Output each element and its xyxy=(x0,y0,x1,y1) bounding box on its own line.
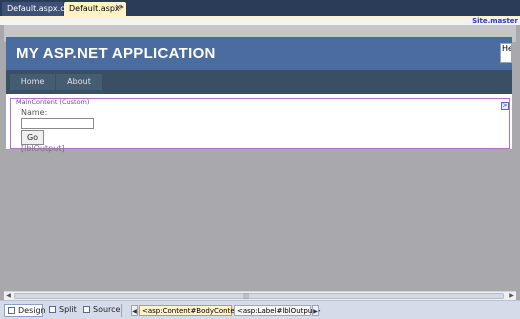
horizontal-scrollbar[interactable]: ◀ ||| ▶ xyxy=(4,291,516,300)
output-label[interactable]: [lblOutput] xyxy=(21,144,65,153)
scroll-left-icon[interactable]: ◀ xyxy=(4,292,13,300)
site-header: MY ASP.NET APPLICATION He xyxy=(6,37,512,70)
smart-tag-icon[interactable]: > xyxy=(501,102,509,110)
tab-default-aspx-cs[interactable]: Default.aspx.cs xyxy=(2,2,69,16)
name-label: Name: xyxy=(21,108,48,117)
breadcrumb-lbl-output[interactable]: <asp:Label#lblOutput> xyxy=(234,305,321,316)
document-tab-strip: Default.aspx.cs Default.aspx* × xyxy=(0,0,520,16)
main-content-area: MainContent (Custom) > Name: Go [lblOutp… xyxy=(6,94,512,153)
source-label: Source xyxy=(93,305,121,314)
source-icon xyxy=(83,306,90,313)
login-status[interactable]: He xyxy=(500,43,512,63)
navigation-menu: Home About xyxy=(6,70,512,94)
split-view-button[interactable]: Split xyxy=(46,304,77,317)
close-icon[interactable]: × xyxy=(114,3,122,13)
grip-icon: ||| xyxy=(243,293,250,300)
view-bar: Design Split Source ◀ <asp:Content#BodyC… xyxy=(0,300,520,319)
go-button[interactable]: Go xyxy=(21,130,44,145)
divider xyxy=(121,304,122,317)
split-icon xyxy=(49,306,56,313)
design-icon xyxy=(8,307,15,314)
menu-item-home[interactable]: Home xyxy=(10,74,55,90)
region-label: MainContent (Custom) xyxy=(15,98,91,106)
tab-label: Default.aspx.cs xyxy=(7,4,69,13)
app-title: MY ASP.NET APPLICATION xyxy=(16,45,216,62)
source-view-button[interactable]: Source xyxy=(80,304,120,317)
breadcrumb-right-icon[interactable]: ▶ xyxy=(312,305,319,316)
site-preview: MY ASP.NET APPLICATION He Home About Main… xyxy=(6,37,512,153)
breadcrumb-left-icon[interactable]: ◀ xyxy=(131,305,138,316)
design-view-button[interactable]: Design xyxy=(4,304,46,317)
content-placeholder-region[interactable]: MainContent (Custom) > Name: Go [lblOutp… xyxy=(10,98,510,153)
breadcrumb-body-content[interactable]: <asp:Content#BodyContent> xyxy=(139,305,248,316)
scroll-right-icon[interactable]: ▶ xyxy=(507,292,516,300)
master-page-strip: Site.master xyxy=(0,17,520,25)
master-page-link[interactable]: Site.master xyxy=(472,17,518,25)
scrollbar-thumb[interactable]: ||| xyxy=(14,293,504,300)
design-surface[interactable]: Site.master MY ASP.NET APPLICATION He Ho… xyxy=(0,17,520,288)
tab-default-aspx[interactable]: Default.aspx* × xyxy=(64,2,126,16)
menu-item-about[interactable]: About xyxy=(56,74,102,90)
design-label: Design xyxy=(18,306,46,315)
split-label: Split xyxy=(59,305,77,314)
name-textbox[interactable] xyxy=(21,118,94,129)
